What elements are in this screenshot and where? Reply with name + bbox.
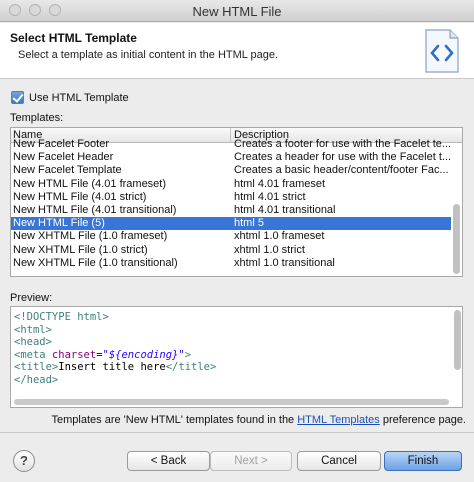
html-templates-link[interactable]: HTML Templates: [297, 414, 380, 426]
table-row[interactable]: New Facelet Header Creates a header for …: [11, 151, 451, 164]
help-button[interactable]: ?: [13, 450, 35, 472]
template-description: html 5: [234, 217, 264, 230]
code-title-close: </title>: [165, 361, 217, 374]
template-description: html 4.01 transitional: [234, 203, 336, 216]
template-name: New HTML File (5): [13, 217, 105, 230]
use-template-checkbox[interactable]: [11, 91, 24, 104]
table-row[interactable]: New HTML File (4.01 transitional) html 4…: [11, 204, 451, 217]
next-button[interactable]: Next >: [210, 451, 292, 471]
table-row[interactable]: New Facelet Template Creates a basic hea…: [11, 164, 451, 177]
template-description: xhtml 1.0 transitional: [234, 256, 335, 269]
template-description: Creates a header for use with the Facele…: [234, 151, 451, 164]
info-prefix: Templates are 'New HTML' templates found…: [51, 414, 298, 426]
code-head-open: <head>: [14, 336, 52, 349]
table-row-selected[interactable]: New HTML File (5) html 5: [11, 217, 451, 231]
table-row[interactable]: New HTML File (4.01 frameset) html 4.01 …: [11, 178, 451, 191]
template-name: New HTML File (4.01 strict): [13, 190, 147, 203]
title-bar: New HTML File: [0, 0, 474, 22]
table-row[interactable]: New XHTML File (1.0 frameset) xhtml 1.0 …: [11, 230, 451, 243]
preview-horizontal-scrollbar[interactable]: [14, 399, 449, 405]
templates-label: Templates:: [10, 112, 64, 124]
code-meta-value: "${encoding}": [102, 348, 185, 361]
table-row[interactable]: New Facelet Footer Creates a footer for …: [11, 138, 451, 151]
code-line: <meta charset="${encoding}">: [14, 349, 216, 362]
template-name: New HTML File (4.01 transitional): [13, 203, 177, 216]
template-description: html 4.01 frameset: [234, 177, 326, 190]
wizard-banner: Select HTML Template Select a template a…: [0, 23, 474, 79]
window-title: New HTML File: [192, 4, 282, 19]
info-suffix: preference page.: [379, 414, 466, 426]
code-head-close: </head>: [14, 373, 59, 386]
code-line: <title>Insert title here</title>: [14, 361, 216, 374]
template-description: xhtml 1.0 frameset: [234, 230, 325, 243]
preview-code: <!DOCTYPE html> <html> <head> <meta char…: [14, 311, 216, 387]
button-bar-divider: [0, 432, 474, 433]
code-line: <html>: [14, 324, 216, 337]
template-description: xhtml 1.0 strict: [234, 243, 305, 256]
template-name: New Facelet Template: [13, 164, 122, 177]
banner-title: Select HTML Template: [10, 31, 137, 45]
templates-table[interactable]: Name Description New Facelet Footer Crea…: [10, 127, 463, 277]
table-row[interactable]: New XHTML File (1.0 strict) xhtml 1.0 st…: [11, 244, 451, 257]
code-line: <head>: [14, 336, 216, 349]
code-meta-close: >: [184, 348, 192, 361]
template-description: html 4.01 strict: [234, 190, 306, 203]
template-name: New HTML File (4.01 frameset): [13, 177, 167, 190]
code-doctype: <!DOCTYPE html>: [14, 311, 109, 323]
code-html-open: <html>: [14, 323, 52, 336]
preview-vertical-scrollbar[interactable]: [454, 310, 461, 370]
template-name: New Facelet Header: [13, 151, 114, 164]
templates-info-text: Templates are 'New HTML' templates found…: [0, 414, 466, 426]
table-row[interactable]: New HTML File (4.01 strict) html 4.01 st…: [11, 191, 451, 204]
code-title-text: Insert title here: [58, 361, 166, 374]
template-description: Creates a basic header/content/footer Fa…: [234, 164, 449, 177]
template-preview[interactable]: <!DOCTYPE html> <html> <head> <meta char…: [10, 306, 463, 408]
banner-subtitle: Select a template as initial content in …: [18, 49, 279, 61]
template-name: New XHTML File (1.0 strict): [13, 243, 148, 256]
templates-table-body: New Facelet Footer Creates a footer for …: [11, 138, 451, 270]
code-line: </head>: [14, 374, 216, 387]
templates-scrollbar-thumb[interactable]: [453, 204, 460, 274]
code-meta-attr: charset: [45, 348, 97, 361]
template-name: New XHTML File (1.0 frameset): [13, 230, 168, 243]
preview-label: Preview:: [10, 292, 53, 304]
code-title-open: <title>: [14, 361, 59, 374]
templates-scrollbar[interactable]: [452, 144, 461, 276]
html-file-icon: [425, 29, 459, 73]
finish-button[interactable]: Finish: [384, 451, 462, 471]
table-row[interactable]: New XHTML File (1.0 transitional) xhtml …: [11, 257, 451, 270]
code-line: <!DOCTYPE html>: [14, 311, 216, 324]
code-meta-tag: <meta: [14, 348, 46, 361]
template-name: New XHTML File (1.0 transitional): [13, 256, 178, 269]
template-name: New Facelet Footer: [13, 138, 109, 150]
back-button[interactable]: < Back: [127, 451, 210, 471]
template-description: Creates a footer for use with the Facele…: [234, 138, 451, 150]
use-template-option[interactable]: Use HTML Template: [11, 91, 129, 104]
cancel-button[interactable]: Cancel: [297, 451, 381, 471]
use-template-label: Use HTML Template: [29, 91, 129, 104]
